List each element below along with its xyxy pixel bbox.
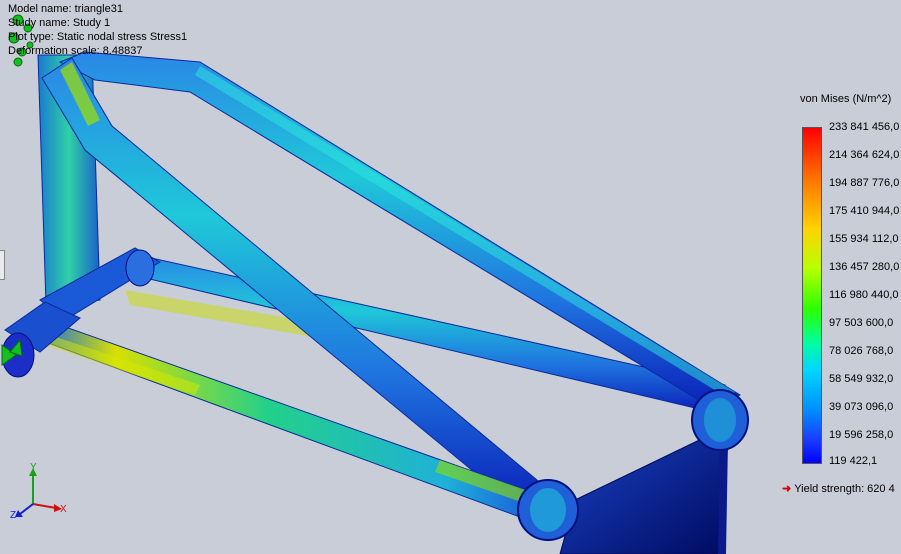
legend-tick: 155 934 112,0 (829, 233, 899, 245)
mount-plate (559, 429, 729, 554)
legend-tick: 58 549 932,0 (829, 373, 894, 385)
legend-title: von Mises (N/m^2) (800, 93, 892, 105)
coordinate-triad-icon: Y Z X (8, 462, 78, 522)
fixture-arrow-icon (1, 14, 34, 366)
fea-viewport[interactable] (0, 0, 901, 554)
axis-z-label: Z (10, 510, 17, 521)
legend-tick: 136 457 280,0 (829, 261, 900, 273)
legend-tick: 97 503 600,0 (829, 317, 894, 329)
yield-strength: ➜ Yield strength: 620 4 (782, 482, 895, 495)
yield-strength-label: Yield strength: 620 4 (794, 483, 895, 495)
legend-tick: 39 073 096,0 (829, 401, 894, 413)
axis-x-label: X (60, 504, 67, 515)
model-name: Model name: triangle31 (8, 3, 123, 15)
legend-tick: 116 980 440,0 (829, 289, 899, 301)
study-info: Model name: triangle31 Study name: Study… (8, 2, 187, 58)
study-name: Study name: Study 1 (8, 17, 111, 29)
side-panel-tab[interactable] (0, 250, 5, 280)
stress-colorbar (802, 127, 822, 464)
deformation-scale: Deformation scale: 8.48837 (8, 45, 143, 57)
legend-tick: 119 422,1 (829, 455, 878, 467)
axis-y-label: Y (30, 462, 37, 473)
legend-tick: 214 364 624,0 (829, 149, 900, 161)
legend-tick: 175 410 944,0 (829, 205, 900, 217)
plot-type: Plot type: Static nodal stress Stress1 (8, 31, 188, 43)
legend-tick: 78 026 768,0 (829, 345, 894, 357)
legend-tick: 19 596 258,0 (829, 429, 894, 441)
yield-arrow-icon: ➜ (782, 483, 792, 495)
legend-tick: 194 887 776,0 (829, 177, 900, 189)
legend-tick: 233 841 456,0 (829, 121, 900, 133)
upper-bent-tube (58, 51, 742, 409)
